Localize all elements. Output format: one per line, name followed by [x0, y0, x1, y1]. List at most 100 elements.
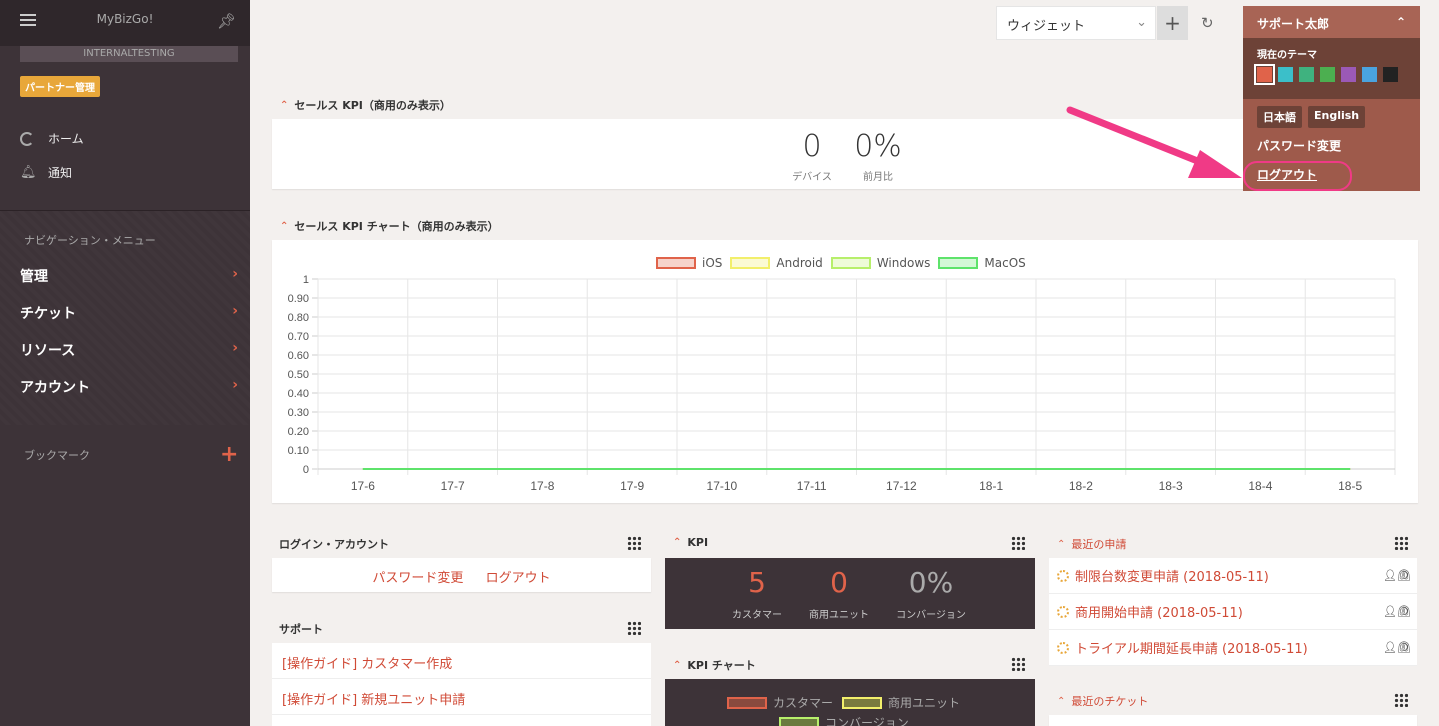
table-row[interactable]: 商用開始申請 (2018-05-11) 👤︎⏲︎	[1049, 594, 1417, 630]
chevron-up-icon: ⌃	[280, 220, 289, 232]
list-item[interactable]: [操作ガイド] 新規ユニット申請	[272, 679, 651, 715]
request-link[interactable]: 制限台数変更申請 (2018-05-11)	[1075, 566, 1269, 585]
user-clock-icon: 👤︎⏲︎	[1383, 605, 1411, 618]
section-title-text: 最近のチケット	[1071, 695, 1149, 708]
kpi-legend-units: 商用ユニット	[842, 694, 960, 711]
chevron-right-icon: ›	[232, 303, 238, 319]
recent-requests-title[interactable]: ⌃ 最近の申請	[1057, 536, 1126, 552]
list-item	[272, 715, 651, 726]
sales-kpi-section-title[interactable]: ⌃ セールス KPI（商用のみ表示）	[280, 97, 451, 113]
legend-label: iOS	[702, 256, 723, 270]
chevron-up-icon: ⌃	[673, 659, 682, 671]
password-change-link[interactable]: パスワード変更	[372, 571, 463, 586]
legend-label: Windows	[876, 256, 931, 270]
user-menu-header[interactable]: サポート太郎 ⌃	[1243, 6, 1420, 38]
nav-item-resources[interactable]: リソース ›	[20, 340, 238, 360]
legend-item[interactable]: Android	[730, 256, 823, 270]
theme-swatch[interactable]	[1320, 67, 1335, 82]
user-clock-icon: 👤︎⏲︎	[1383, 569, 1411, 582]
kpi-section-title[interactable]: ⌃ KPI	[673, 536, 708, 549]
legend-swatch	[727, 696, 767, 709]
list-item[interactable]: [操作ガイド] カスタマー作成	[272, 643, 651, 679]
theme-swatches	[1254, 64, 1406, 85]
sales-chart-section-title[interactable]: ⌃ セールス KPI チャート（商用のみ表示）	[280, 218, 499, 234]
lang-en-button[interactable]: English	[1308, 106, 1366, 128]
support-title: サポート	[279, 623, 323, 636]
support-link[interactable]: [操作ガイド] カスタマー作成	[282, 657, 452, 672]
widget-select[interactable]: ウィジェット ⌄	[996, 6, 1156, 40]
sales-chart-panel	[272, 240, 1418, 503]
kpi-chart-panel: カスタマー 商用ユニット コンバージョン	[665, 679, 1035, 726]
kpi-chart-section-title[interactable]: ⌃ KPI チャート	[673, 657, 756, 673]
legend-swatch	[730, 257, 771, 269]
pending-icon	[1057, 569, 1069, 582]
legend-item[interactable]: iOS	[656, 256, 722, 270]
customers-value: 5	[748, 566, 766, 599]
customers-label: カスタマー	[732, 610, 782, 621]
password-change-menu-item[interactable]: パスワード変更	[1257, 137, 1341, 154]
home-icon	[20, 131, 34, 146]
kpi-legend-customers: カスタマー	[727, 694, 833, 711]
request-link[interactable]: 商用開始申請 (2018-05-11)	[1075, 602, 1243, 621]
units-label: 商用ユニット	[809, 610, 869, 621]
bell-icon: 🔔︎	[20, 164, 37, 180]
chevron-right-icon: ›	[232, 340, 238, 356]
units-value: 0	[830, 566, 848, 599]
nav-item-management[interactable]: 管理 ›	[20, 266, 238, 286]
grid-menu-icon[interactable]	[1394, 536, 1408, 550]
legend-item[interactable]: MacOS	[938, 256, 1026, 270]
recent-tickets-title[interactable]: ⌃ 最近のチケット	[1057, 693, 1148, 709]
section-title-text: KPI	[687, 536, 709, 549]
chart-legend: iOS Android Windows MacOS	[656, 256, 1034, 270]
theme-swatch[interactable]	[1299, 67, 1314, 82]
legend-label: コンバージョン	[825, 716, 909, 726]
chevron-up-icon: ⌃	[1395, 15, 1406, 29]
grid-menu-icon[interactable]	[1394, 693, 1408, 707]
theme-label: 現在のテーマ	[1257, 50, 1317, 61]
theme-picker: 現在のテーマ	[1243, 38, 1420, 99]
pin-icon[interactable]: 📌︎	[217, 12, 236, 30]
nav-item-account[interactable]: アカウント ›	[20, 377, 238, 397]
theme-swatch[interactable]	[1254, 64, 1275, 85]
bookmark-heading: ブックマーク	[24, 449, 90, 462]
grid-menu-icon[interactable]	[627, 621, 641, 635]
kpi-panel: 5 カスタマー 0 商用ユニット 0% コンバージョン	[665, 558, 1035, 629]
legend-swatch	[656, 257, 696, 269]
table-row[interactable]: トライアル期間延長申請 (2018-05-11) 👤︎⏲︎	[1049, 630, 1417, 666]
refresh-icon[interactable]: ↻	[1201, 14, 1214, 32]
logout-link[interactable]: ログアウト	[486, 571, 551, 586]
table-row[interactable]: 制限台数変更申請 (2018-05-11) 👤︎⏲︎	[1049, 558, 1417, 594]
add-bookmark-icon[interactable]: +	[220, 442, 238, 467]
logout-menu-item[interactable]: ログアウト	[1257, 166, 1317, 183]
nav-item-tickets[interactable]: チケット ›	[20, 303, 238, 323]
sidebar-item-home[interactable]: ホーム	[20, 130, 84, 147]
support-link[interactable]: [操作ガイド] 新規ユニット申請	[282, 693, 465, 708]
legend-item[interactable]: Windows	[830, 256, 931, 270]
sidebar-item-notifications[interactable]: 🔔︎ 通知	[20, 164, 72, 181]
lang-ja-button[interactable]: 日本語	[1257, 106, 1302, 128]
add-widget-button[interactable]: +	[1157, 6, 1188, 40]
partner-management-badge[interactable]: パートナー管理	[20, 76, 100, 97]
pending-icon	[1057, 605, 1069, 618]
sidebar-item-label: ホーム	[48, 132, 84, 146]
theme-swatch[interactable]	[1278, 67, 1293, 82]
legend-swatch	[830, 257, 871, 269]
request-link[interactable]: トライアル期間延長申請 (2018-05-11)	[1075, 638, 1308, 657]
environment-label: INTERNALTESTING	[20, 46, 238, 62]
theme-swatch[interactable]	[1362, 67, 1377, 82]
chevron-up-icon: ⌃	[1057, 695, 1066, 707]
login-account-title: ログイン・アカウント	[279, 538, 389, 551]
grid-menu-icon[interactable]	[1011, 536, 1025, 550]
theme-swatch[interactable]	[1383, 67, 1398, 82]
recent-tickets-panel	[1049, 715, 1417, 726]
legend-label: MacOS	[984, 256, 1026, 270]
sidebar: MyBizGo! 📌︎ INTERNALTESTING パートナー管理 ホーム …	[0, 0, 250, 726]
mom-label: 前月比	[863, 172, 893, 183]
grid-menu-icon[interactable]	[1011, 657, 1025, 671]
theme-swatch[interactable]	[1341, 67, 1356, 82]
user-clock-icon: 👤︎⏲︎	[1383, 641, 1411, 654]
mom-value: 0%	[854, 129, 902, 164]
grid-menu-icon[interactable]	[627, 536, 641, 550]
language-selector: 日本語 English	[1257, 106, 1366, 128]
chevron-up-icon: ⌃	[673, 537, 682, 548]
